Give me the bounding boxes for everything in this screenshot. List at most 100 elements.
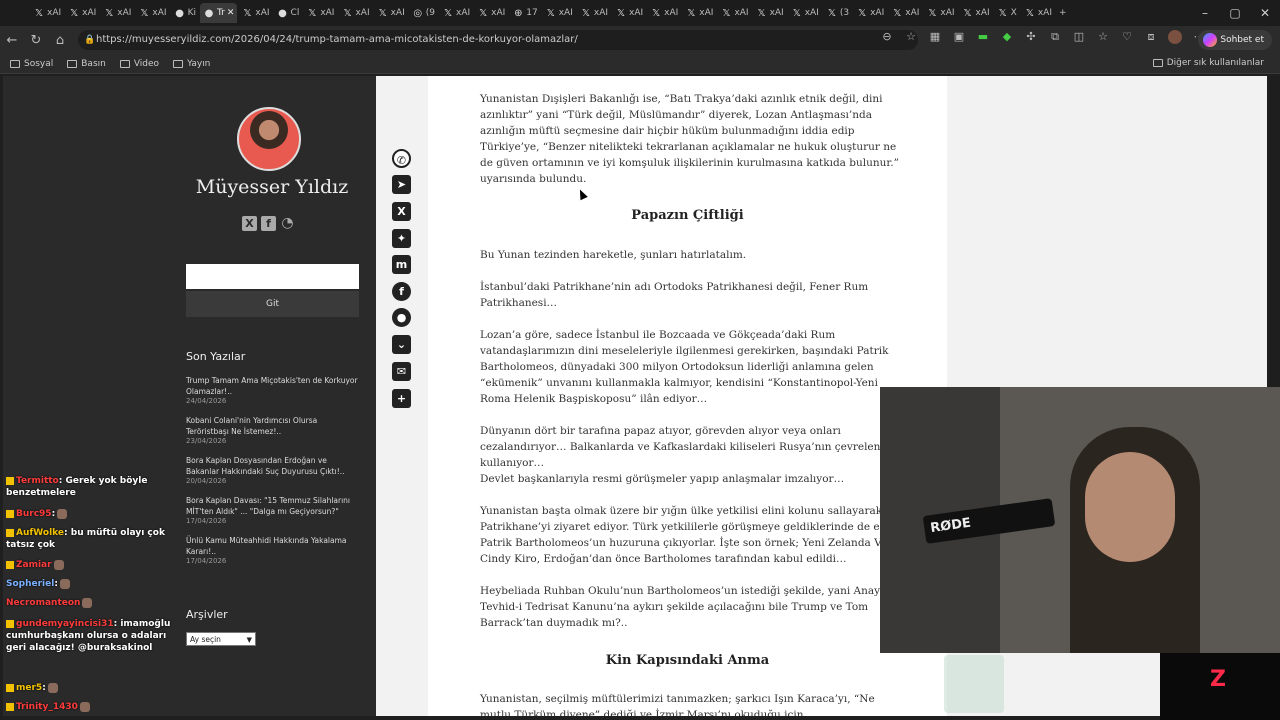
browser-tab[interactable]: 𝕏xAI [647, 3, 681, 23]
browser-tab[interactable]: 𝕏 (3 [823, 3, 852, 23]
x-share-icon[interactable]: X [392, 202, 411, 221]
add-share-icon[interactable]: + [392, 389, 411, 408]
pocket-icon[interactable]: ⌄ [392, 335, 411, 354]
browser-tab[interactable]: 𝕏xAI [338, 3, 372, 23]
post-title[interactable]: Kobani Colani'nin Yardımcısı Olursa Terö… [186, 415, 361, 437]
post-title[interactable]: Trump Tamam Ama Miçotakis'ten de Korkuyo… [186, 375, 361, 397]
chat-user: Sopheriel [6, 579, 55, 589]
browser-tab[interactable]: 𝕏xAI [717, 3, 751, 23]
bookmark-video[interactable]: Video [119, 59, 159, 69]
post-title[interactable]: Bora Kaplan Dosyasından Erdoğan ve Bakan… [186, 455, 361, 477]
favorite-star-icon[interactable]: ☆ [904, 30, 918, 44]
post-title[interactable]: Bora Kaplan Davası: "15 Temmuz Silahları… [186, 495, 361, 517]
reddit-icon[interactable]: ● [392, 308, 411, 327]
extensions-puzzle-icon[interactable]: ⧉ [1048, 30, 1062, 44]
browser-tab[interactable]: 𝕏X [994, 3, 1020, 23]
browser-tab[interactable]: 𝕏xAI [474, 3, 508, 23]
extension-icon[interactable]: ▬ [976, 30, 990, 44]
stream-chat: Termitto: Gerek yok böyle benzetmelere B… [3, 470, 173, 716]
emote-icon [82, 597, 93, 608]
browser-tab[interactable]: ◎ (9 [409, 3, 438, 23]
tab-label: Tr [216, 8, 225, 18]
bookmark-yayin[interactable]: Yayın [173, 59, 210, 69]
whatsapp-icon[interactable]: ✆ [392, 149, 411, 168]
extension-icon[interactable]: ✣ [1024, 30, 1038, 44]
mastodon-icon[interactable]: m [392, 255, 411, 274]
home-icon[interactable]: ⌂ [48, 33, 72, 48]
site-title[interactable]: Müyesser Yıldız [186, 176, 358, 198]
recent-post[interactable]: Trump Tamam Ama Miçotakis'ten de Korkuyo… [186, 375, 361, 406]
browser-tab[interactable]: 𝕏xAI [888, 3, 922, 23]
search-input[interactable] [186, 264, 359, 289]
archive-select[interactable]: Ay seçin ▼ [186, 632, 256, 646]
paragraph: Dünyanın dört bir tarafına papaz atıyor,… [480, 425, 926, 469]
tab-label: xAI [82, 8, 97, 18]
browser-tab[interactable]: 𝕏xAI [439, 3, 473, 23]
facebook-icon[interactable]: f [261, 216, 276, 231]
browser-tab[interactable]: 𝕏xAI [542, 3, 576, 23]
facebook-share-icon[interactable]: f [392, 282, 411, 301]
x-icon[interactable]: X [242, 216, 257, 231]
profile-avatar[interactable] [1168, 30, 1182, 44]
extension-icon[interactable]: ▣ [952, 30, 966, 44]
browser-tab[interactable]: 𝕏xAI [1021, 3, 1055, 23]
browser-tab[interactable]: 𝕏xAI [577, 3, 611, 23]
bluesky-icon[interactable]: ✦ [392, 229, 411, 248]
browser-tab[interactable]: 𝕏xAI [682, 3, 716, 23]
telegram-icon[interactable]: ➤ [392, 175, 411, 194]
x-icon: 𝕏 [757, 7, 766, 19]
browser-tab[interactable]: ● Tr ✕ [199, 3, 238, 23]
close-tab-icon[interactable]: ✕ [227, 8, 235, 18]
read-aloud-icon[interactable]: ⊖ [880, 30, 894, 44]
minimize-icon[interactable]: – [1190, 0, 1220, 26]
recent-post[interactable]: Bora Kaplan Davası: "15 Temmuz Silahları… [186, 495, 361, 526]
recent-post[interactable]: Bora Kaplan Dosyasından Erdoğan ve Bakan… [186, 455, 361, 486]
browser-tab[interactable]: 𝕏xAI [100, 3, 134, 23]
tab-label: xAI [905, 8, 920, 18]
back-icon[interactable]: ← [0, 33, 24, 48]
tab-label: (3 [839, 8, 850, 18]
favorites-icon[interactable]: ☆ [1096, 30, 1110, 44]
copilot-button[interactable]: Sohbet et [1198, 30, 1272, 50]
browser-tab[interactable]: 𝕏xAI [788, 3, 822, 23]
browser-tab[interactable]: 𝕏xAI [135, 3, 169, 23]
bookmark-basin[interactable]: Basın [67, 59, 106, 69]
recent-post[interactable]: Ünlü Kamu Müteahhidi Hakkında Yakalama K… [186, 535, 361, 566]
tab-label: Cl [290, 8, 300, 18]
browser-tab[interactable]: 𝕏xAI [612, 3, 646, 23]
post-date: 17/04/2026 [186, 557, 227, 565]
close-window-icon[interactable]: ✕ [1250, 0, 1280, 26]
collections-icon[interactable]: ⧈ [1144, 30, 1158, 44]
search-button[interactable]: Git [186, 291, 359, 317]
browser-tab[interactable]: 𝕏xAI [30, 3, 64, 23]
recent-post[interactable]: Kobani Colani'nin Yardımcısı Olursa Terö… [186, 415, 361, 446]
browser-tab[interactable]: 𝕏xAI [923, 3, 957, 23]
refresh-icon[interactable]: ↻ [24, 33, 48, 48]
post-title[interactable]: Ünlü Kamu Müteahhidi Hakkında Yakalama K… [186, 535, 361, 557]
email-icon[interactable]: ✉ [392, 362, 411, 381]
browser-tab[interactable]: 𝕏xAI [65, 3, 99, 23]
extension-icon[interactable]: ▦ [928, 30, 942, 44]
other-bookmarks[interactable]: Diğer sık kullanılanlar [1152, 58, 1264, 68]
url-field[interactable]: 🔒 https://muyesseryildiz.com/2026/04/24/… [78, 30, 918, 50]
bookmark-sosyal[interactable]: Sosyal [10, 59, 53, 69]
browser-tab[interactable]: ⊕ 17 [509, 3, 540, 23]
tab-label: xAI [593, 8, 609, 18]
browser-tab[interactable]: 𝕏xAI [959, 3, 993, 23]
heart-icon[interactable]: ♡ [1120, 30, 1134, 44]
split-screen-icon[interactable]: ◫ [1072, 30, 1086, 44]
browser-tab[interactable]: 𝕏xAI [753, 3, 787, 23]
browser-tab[interactable]: ● Cl [274, 3, 303, 23]
browser-tab[interactable]: 𝕏xAI [303, 3, 337, 23]
rss-icon[interactable]: ◔ [280, 216, 295, 231]
new-tab-button[interactable]: + [1056, 3, 1082, 23]
maximize-icon[interactable]: ▢ [1220, 0, 1250, 26]
x-icon: 𝕏 [308, 7, 317, 19]
extension-icon[interactable]: ◆ [1000, 30, 1014, 44]
browser-tab[interactable]: 𝕏xAI [238, 3, 272, 23]
browser-tab[interactable]: 𝕏xAI [374, 3, 408, 23]
browser-tab[interactable]: 𝕏xAI [853, 3, 887, 23]
folder-icon [10, 59, 20, 68]
x-icon: 𝕏 [581, 7, 590, 19]
browser-tab[interactable]: ● Ki [171, 3, 199, 23]
